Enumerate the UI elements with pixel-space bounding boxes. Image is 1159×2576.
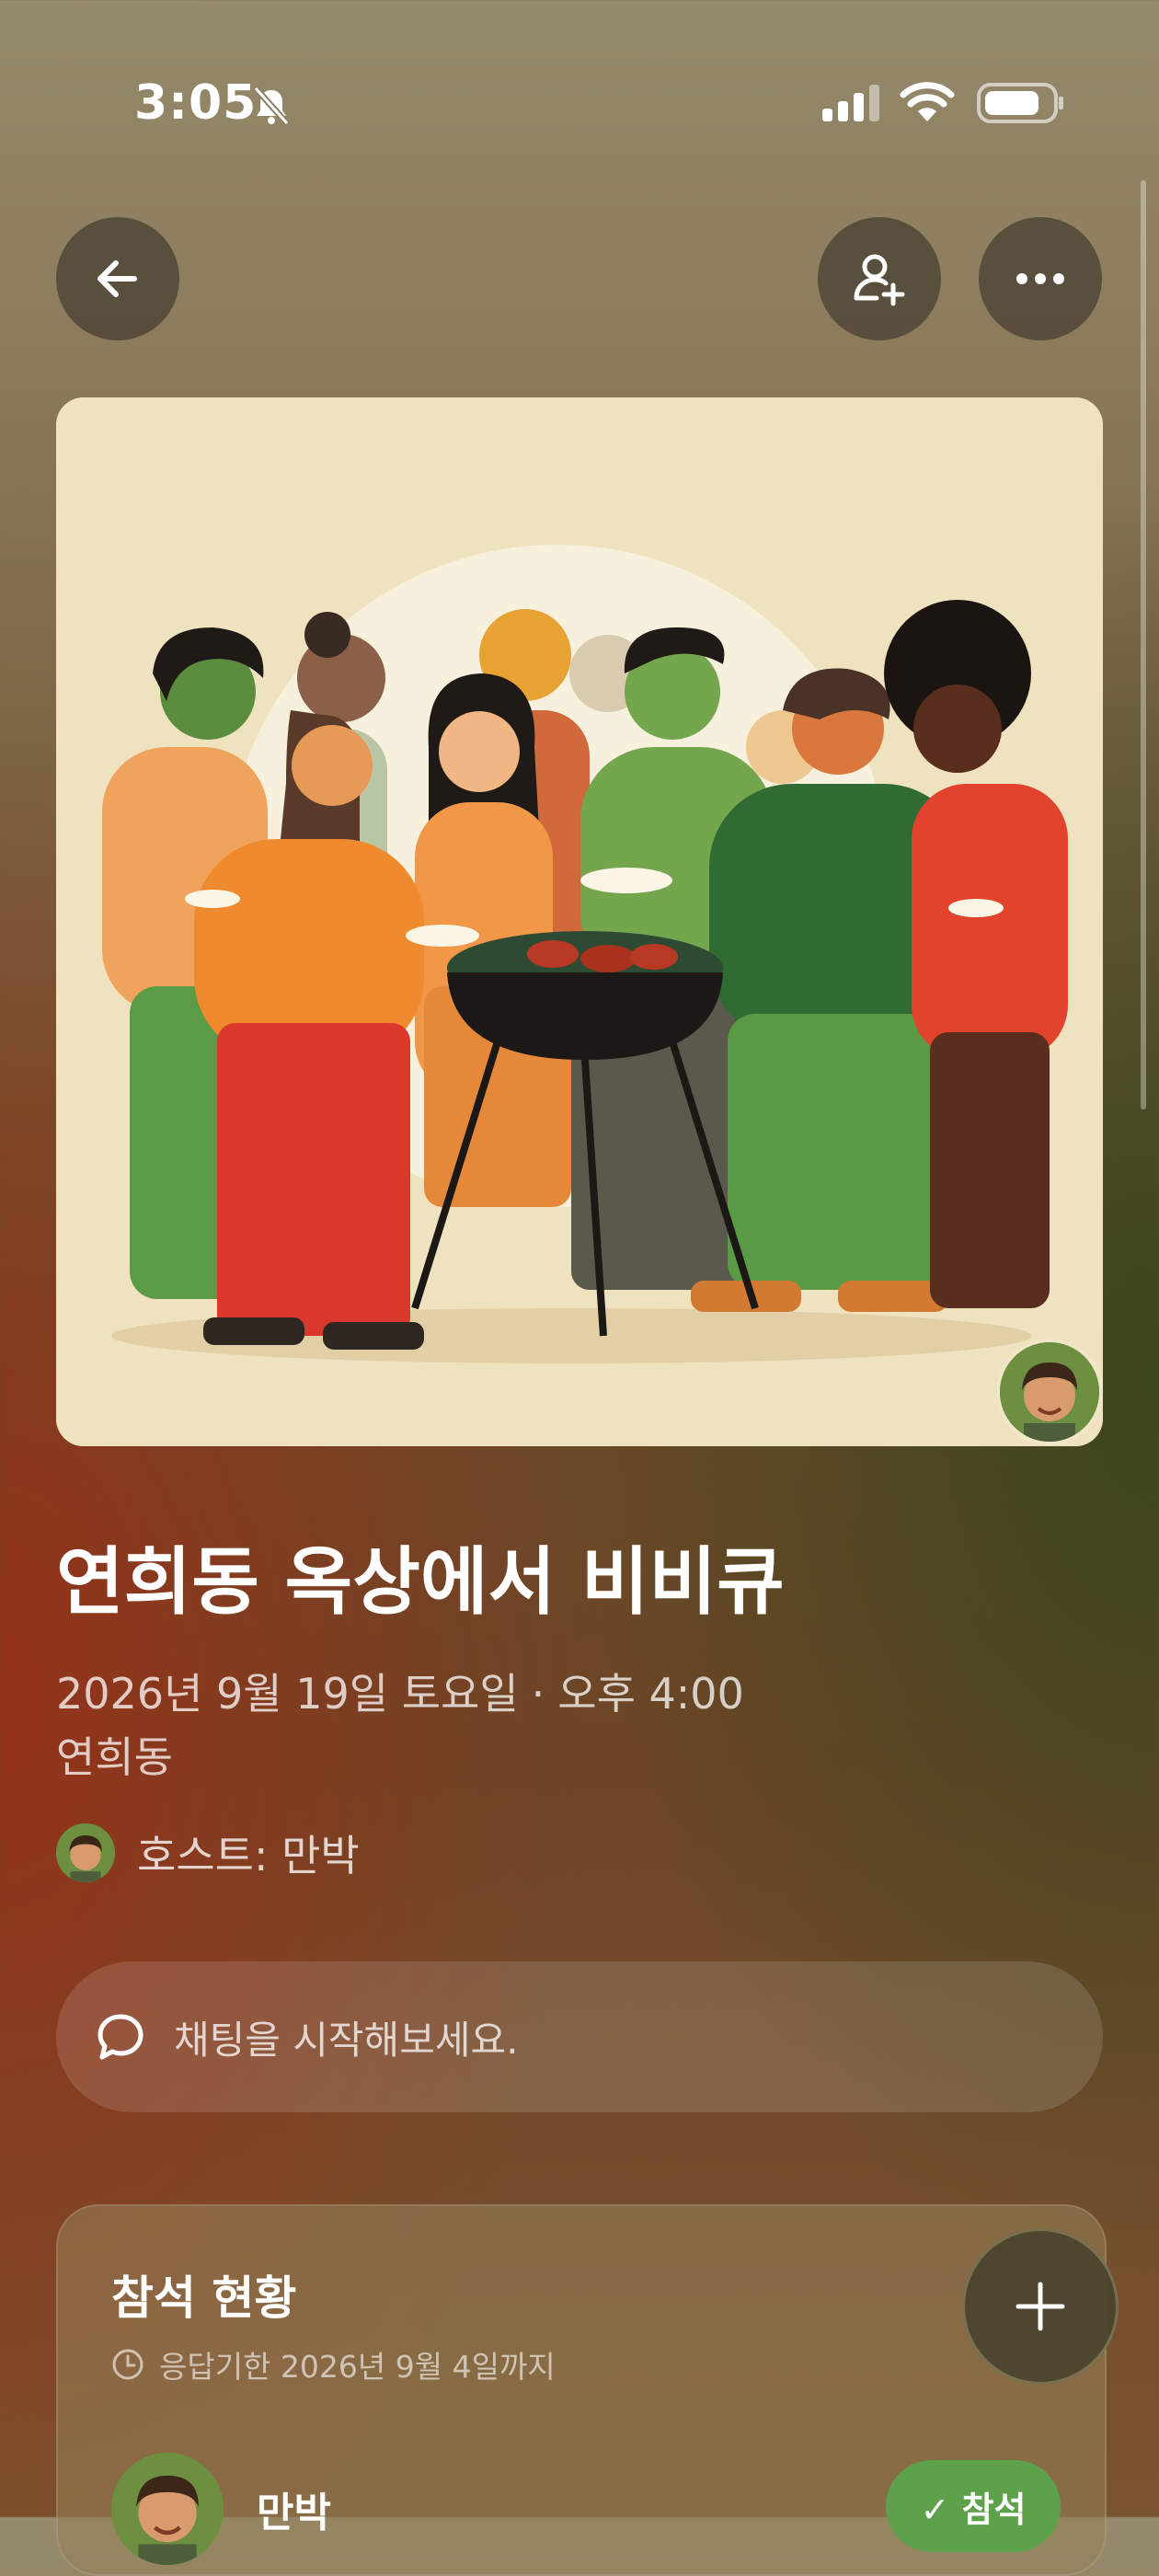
event-datetime: 2026년 9월 19일 토요일 · 오후 4:00 <box>56 1661 744 1721</box>
avatar <box>56 1823 115 1882</box>
scrollbar[interactable] <box>1141 180 1146 1110</box>
rsvp-title: 참석 현황 <box>111 2271 297 2325</box>
event-title: 연희동 옥상에서 비비큐 <box>56 1539 785 1625</box>
back-button[interactable] <box>56 217 179 340</box>
more-options-button[interactable] <box>979 217 1102 340</box>
status-bar: 3:05 <box>0 0 1159 212</box>
status-time: 3:05 <box>134 75 258 131</box>
bell-muted-icon <box>253 86 290 126</box>
clock-icon <box>112 2349 143 2380</box>
chat-bubble-icon <box>98 2014 143 2060</box>
event-location[interactable]: 연희동 <box>56 1724 173 1785</box>
event-time: 오후 4:00 <box>557 1669 744 1719</box>
chat-start-button[interactable]: 채팅을 시작해보세요. <box>56 1961 1103 2112</box>
more-horizontal-icon <box>1016 273 1064 284</box>
host-label: 호스트: 만박 <box>137 1831 360 1880</box>
wifi-icon <box>900 82 955 121</box>
battery-icon <box>977 83 1063 123</box>
attendee-name: 만박 <box>257 2490 331 2536</box>
list-item[interactable]: 만박 <box>111 2453 331 2565</box>
add-user-icon <box>854 254 905 306</box>
add-user-button[interactable] <box>818 217 941 340</box>
arrow-left-icon <box>98 260 137 297</box>
rsvp-deadline: 응답기한 2026년 9월 4일까지 <box>111 2342 556 2386</box>
cellular-signal-icon <box>822 85 879 121</box>
add-button[interactable] <box>962 2228 1119 2385</box>
host-info[interactable]: 호스트: 만박 <box>56 1823 360 1882</box>
avatar <box>111 2453 224 2565</box>
plus-icon <box>1016 2282 1065 2331</box>
rsvp-card: 참석 현황 응답기한 2026년 9월 4일까지 만박 ✓ 참석 <box>56 2204 1107 2576</box>
deadline-text: 응답기한 2026년 9월 4일까지 <box>159 2349 556 2385</box>
event-date: 2026년 9월 19일 토요일 <box>56 1669 519 1719</box>
host-avatar-badge[interactable] <box>996 1339 1103 1445</box>
chat-prompt: 채팅을 시작해보세요. <box>174 2017 519 2063</box>
event-cover-image <box>56 397 1103 1446</box>
status-badge: ✓ 참석 <box>886 2460 1061 2552</box>
datetime-separator: · <box>531 1669 545 1719</box>
